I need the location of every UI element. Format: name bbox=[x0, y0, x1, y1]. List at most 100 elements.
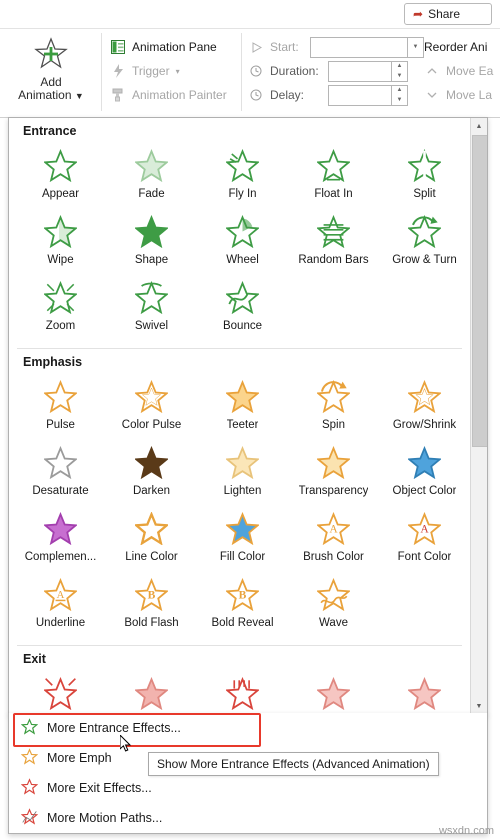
gallery-item-star-emphasis-brushcolor[interactable]: A Brush Color bbox=[288, 507, 379, 573]
gallery-item-star-entrance-zoom[interactable]: Zoom bbox=[15, 276, 106, 342]
gallery-item-star-entrance-wheel[interactable]: Wheel bbox=[197, 210, 288, 276]
emphasis-grid: Pulse Color Pulse Teeter Spin Grow/Shrink Des… bbox=[9, 371, 470, 639]
gallery-item-star-emphasis-complementary[interactable]: Complemen... bbox=[15, 507, 106, 573]
gallery-item-star-entrance-fade[interactable]: Fade bbox=[106, 144, 197, 210]
add-animation-button[interactable]: Add Animation ▼ bbox=[8, 33, 94, 113]
gallery-item-star-exit-3[interactable] bbox=[197, 672, 288, 714]
menu-item-more-exit-effects[interactable]: More Exit Effects... bbox=[9, 773, 487, 803]
scrollbar-thumb[interactable] bbox=[472, 135, 487, 447]
gallery-item-star-emphasis-teeter[interactable]: Teeter bbox=[197, 375, 288, 441]
gallery-item-label: Bold Reveal bbox=[211, 617, 274, 629]
gallery-item-star-exit-4[interactable] bbox=[288, 672, 379, 714]
gallery-item-star-entrance-bounce[interactable]: Bounce bbox=[197, 276, 288, 342]
gallery-item-star-emphasis-growshrink[interactable]: Grow/Shrink bbox=[379, 375, 470, 441]
start-dropdown[interactable]: ▼ bbox=[310, 36, 424, 58]
gallery-item-star-emphasis-underline[interactable]: A Underline bbox=[15, 573, 106, 639]
reorder-title: Reorder Ani bbox=[424, 35, 493, 59]
gallery-item-star-entrance-floatin[interactable]: Float In bbox=[288, 144, 379, 210]
svg-text:B: B bbox=[239, 589, 247, 601]
gallery-item-star-entrance-swivel[interactable]: Swivel bbox=[106, 276, 197, 342]
animation-painter-button[interactable]: Animation Painter bbox=[110, 83, 227, 107]
gallery-item-label: Zoom bbox=[45, 320, 76, 332]
delay-value[interactable] bbox=[328, 84, 392, 106]
animation-gallery[interactable]: Entrance Appear Fade Fly In Float In Split Wi… bbox=[8, 117, 488, 715]
gallery-item-star-emphasis-pulse[interactable]: Pulse bbox=[15, 375, 106, 441]
gallery-item-label: Wipe bbox=[47, 254, 74, 266]
scroll-down-button[interactable]: ▼ bbox=[471, 698, 487, 714]
gallery-scroll-content: Entrance Appear Fade Fly In Float In Split Wi… bbox=[9, 118, 470, 714]
gallery-item-star-emphasis-boldflash[interactable]: B Bold Flash bbox=[106, 573, 197, 639]
delay-stepper[interactable]: ▲ ▼ bbox=[328, 84, 408, 106]
trigger-chevron-down-icon[interactable]: ▾ bbox=[176, 67, 180, 76]
menu-item-more-motion-paths[interactable]: More Motion Paths... bbox=[9, 803, 487, 833]
animation-pane-label: Animation Pane bbox=[132, 40, 217, 54]
gallery-item-star-emphasis-fillcolor[interactable]: Fill Color bbox=[197, 507, 288, 573]
trigger-button[interactable]: Trigger ▾ bbox=[110, 59, 227, 83]
gallery-item-star-entrance-randombars[interactable]: Random Bars bbox=[288, 210, 379, 276]
move-later-button[interactable]: Move La bbox=[424, 83, 493, 107]
reorder-group: Reorder Ani Move Ea Move La bbox=[424, 35, 493, 107]
gallery-item-star-entrance-growturn[interactable]: Grow & Turn bbox=[379, 210, 470, 276]
gallery-item-star-emphasis-darken[interactable]: Darken bbox=[106, 441, 197, 507]
gallery-item-label: Shape bbox=[134, 254, 169, 266]
gallery-item-star-entrance-flyin[interactable]: Fly In bbox=[197, 144, 288, 210]
gallery-item-star-emphasis-colorpulse[interactable]: Color Pulse bbox=[106, 375, 197, 441]
add-animation-icon bbox=[34, 37, 68, 74]
gallery-item-star-emphasis-transparency[interactable]: Transparency bbox=[288, 441, 379, 507]
gallery-item-star-emphasis-wave[interactable]: Wave bbox=[288, 573, 379, 639]
delay-spinner[interactable]: ▲ ▼ bbox=[392, 84, 408, 106]
gallery-item-label: Pulse bbox=[46, 419, 75, 431]
gallery-item-star-entrance-wipe[interactable]: Wipe bbox=[15, 210, 106, 276]
gallery-item-label: Lighten bbox=[223, 485, 262, 497]
start-value[interactable] bbox=[310, 36, 408, 58]
star-emphasis-teeter bbox=[226, 375, 259, 417]
gallery-item-star-exit-1[interactable] bbox=[15, 672, 106, 714]
animation-pane-button[interactable]: Animation Pane bbox=[110, 35, 227, 59]
gallery-item-star-entrance-appear[interactable]: Appear bbox=[15, 144, 106, 210]
duration-value[interactable] bbox=[328, 60, 392, 82]
star-emphasis-colorpulse bbox=[135, 375, 168, 417]
tooltip: Show More Entrance Effects (Advanced Ani… bbox=[148, 752, 439, 776]
star-exit-2 bbox=[135, 672, 168, 714]
gallery-item-star-emphasis-lighten[interactable]: Lighten bbox=[197, 441, 288, 507]
star-emphasis-growshrink bbox=[408, 375, 441, 417]
svg-text:A: A bbox=[57, 588, 65, 600]
scroll-up-button[interactable]: ▲ bbox=[471, 118, 487, 134]
start-chevron-down-icon[interactable]: ▼ bbox=[408, 36, 424, 58]
gallery-item-star-entrance-shape[interactable]: Shape bbox=[106, 210, 197, 276]
menu-item-more-entrance-effects[interactable]: More Entrance Effects... bbox=[9, 713, 487, 747]
duration-spinner[interactable]: ▲ ▼ bbox=[392, 60, 408, 82]
star-emphasis-pulse bbox=[44, 375, 77, 417]
gallery-item-label: Appear bbox=[41, 188, 80, 200]
star-emphasis-boldflash: B bbox=[135, 573, 168, 615]
share-label: Share bbox=[428, 7, 461, 21]
star-entrance-shape bbox=[135, 210, 168, 252]
gallery-item-star-emphasis-fontcolor[interactable]: A Font Color bbox=[379, 507, 470, 573]
gallery-item-star-emphasis-objectcolor[interactable]: Object Color bbox=[379, 441, 470, 507]
duration-stepper[interactable]: ▲ ▼ bbox=[328, 60, 408, 82]
gallery-item-star-emphasis-spin[interactable]: Spin bbox=[288, 375, 379, 441]
gallery-item-label: Underline bbox=[35, 617, 86, 629]
play-icon bbox=[248, 39, 264, 55]
gallery-item-label: Bounce bbox=[222, 320, 262, 332]
gallery-item-star-emphasis-desaturate[interactable]: Desaturate bbox=[15, 441, 106, 507]
gallery-item-label: Bold Flash bbox=[124, 617, 179, 629]
star-entrance-fade bbox=[135, 144, 168, 186]
gallery-item-star-emphasis-linecolor[interactable]: Line Color bbox=[106, 507, 197, 573]
gallery-item-star-entrance-split[interactable]: Split bbox=[379, 144, 470, 210]
star-entrance-growturn bbox=[408, 210, 441, 252]
star-emphasis-spin bbox=[317, 375, 350, 417]
section-title-exit: Exit bbox=[23, 652, 46, 666]
gallery-item-label: Wheel bbox=[226, 254, 259, 266]
exit-grid bbox=[9, 668, 470, 714]
share-button[interactable]: ➦ Share bbox=[404, 3, 492, 25]
star-emphasis-darken bbox=[135, 441, 168, 483]
chevron-down-icon[interactable]: ▼ bbox=[75, 91, 84, 101]
gallery-item-star-exit-5[interactable] bbox=[379, 672, 470, 714]
move-earlier-button[interactable]: Move Ea bbox=[424, 59, 493, 83]
gallery-item-star-exit-2[interactable] bbox=[106, 672, 197, 714]
menu-item-label-3: More Motion Paths... bbox=[47, 811, 163, 825]
star-red-icon bbox=[20, 778, 39, 798]
gallery-scrollbar[interactable]: ▲ ▼ bbox=[470, 118, 487, 714]
gallery-item-star-emphasis-boldreveal[interactable]: B Bold Reveal bbox=[197, 573, 288, 639]
